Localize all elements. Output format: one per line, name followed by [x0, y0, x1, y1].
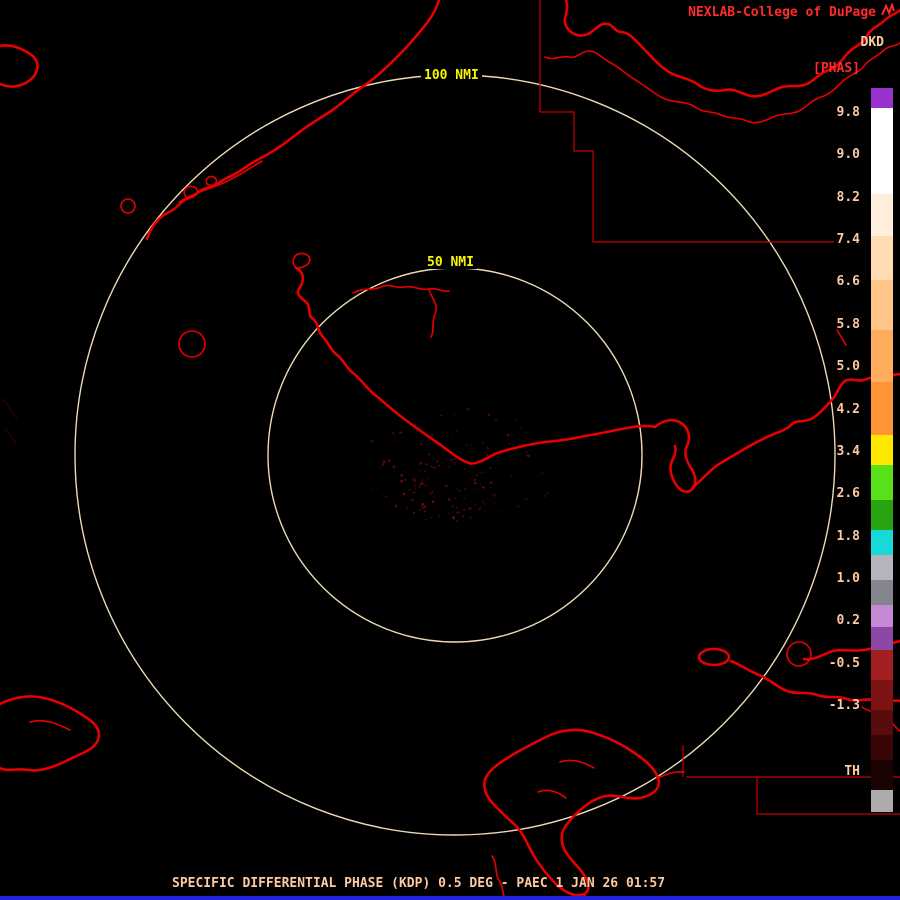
- peninsula-path: [653, 418, 697, 493]
- coastline-path: [0, 695, 101, 772]
- colorbar-segment: [871, 465, 893, 500]
- river-path: [428, 289, 438, 338]
- radar-map-canvas: [0, 0, 900, 900]
- colorbar-tick-label: 4.2: [836, 402, 860, 417]
- radar-echo-noise: [365, 407, 553, 523]
- coastline-path: [294, 266, 657, 465]
- product-code-label: DKD: [860, 35, 884, 50]
- colorbar-tick-label: 6.6: [836, 274, 860, 289]
- colorbar-tick-label: 9.0: [836, 147, 860, 162]
- colorbar-segment: [871, 435, 893, 465]
- border-path: [682, 745, 900, 815]
- colorbar-segment: [871, 530, 893, 555]
- coastline-path: [145, 0, 441, 241]
- colorbar-segment: [871, 330, 893, 382]
- colorbar-tick-label: 7.4: [836, 232, 860, 247]
- coast-detail-path: [657, 771, 685, 779]
- colorbar-segment: [871, 760, 893, 790]
- range-ring-label-50nmi: 50 NMI: [424, 256, 477, 269]
- faint-clutter-streaks: [1, 397, 19, 445]
- colorbar-segment: [871, 280, 893, 330]
- lake-circle: [178, 330, 206, 358]
- colorbar-tick-label: 3.4: [836, 444, 860, 459]
- colorbar-segment: [871, 500, 893, 530]
- coast-detail-path: [29, 719, 71, 731]
- coastline-path: [0, 44, 39, 88]
- coast-detail-path: [836, 329, 847, 346]
- product-caption: SPECIFIC DIFFERENTIAL PHASE (KDP) 0.5 DE…: [172, 876, 666, 891]
- colorbar-tick-label: 1.8: [836, 529, 860, 544]
- coast-detail-path: [537, 759, 595, 799]
- lake-circle: [786, 641, 812, 667]
- colorbar-segment: [871, 194, 893, 236]
- colorbar-segment: [871, 735, 893, 760]
- lake-circle: [120, 198, 136, 214]
- colorbar-tick-label: -1.3: [828, 698, 860, 713]
- colorbar-segment: [871, 555, 893, 580]
- island-path: [697, 647, 731, 667]
- colorbar-segment: [871, 627, 893, 650]
- colorbar-tick-label: 5.8: [836, 317, 860, 332]
- colorbar-segment: [871, 382, 893, 435]
- colorbar-segment: [871, 605, 893, 627]
- colorbar-tick-label: 0.2: [836, 613, 860, 628]
- colorbar-tick-label: -0.5: [828, 656, 860, 671]
- colorbar-tick-label: 5.0: [836, 359, 860, 374]
- colorbar-segment: [871, 790, 893, 812]
- coastlines: [0, 0, 900, 900]
- colorbar-segment: [871, 580, 893, 605]
- colorbar-tick-label: 1.0: [836, 571, 860, 586]
- lagoon-path: [352, 284, 450, 294]
- colorbar-tick-label: TH: [844, 764, 860, 779]
- colorbar-segment: [871, 710, 893, 735]
- colorbar-segment: [871, 88, 893, 108]
- colorbar-segment: [871, 680, 893, 710]
- radar-display: NEXLAB-College of DuPage DKD [PHAS] 100 …: [0, 0, 900, 900]
- colorbar-strip: [871, 88, 893, 812]
- colorbar-segment: [871, 650, 893, 680]
- product-units-label: [PHAS]: [813, 61, 860, 76]
- colorbar-tick-label: 9.8: [836, 105, 860, 120]
- cod-logo-icon: [881, 3, 895, 16]
- page-title: NEXLAB-College of DuPage: [688, 5, 876, 20]
- inlet-path: [292, 252, 311, 269]
- colorbar-segment: [871, 236, 893, 280]
- island-path: [483, 728, 661, 897]
- coastline-path: [691, 372, 900, 489]
- colorbar-tick-label: 2.6: [836, 486, 860, 501]
- range-ring-label-100nmi: 100 NMI: [421, 69, 482, 82]
- colorbar-tick-label: 8.2: [836, 190, 860, 205]
- colorbar-segment: [871, 108, 893, 194]
- bottom-blue-bar: [0, 896, 900, 900]
